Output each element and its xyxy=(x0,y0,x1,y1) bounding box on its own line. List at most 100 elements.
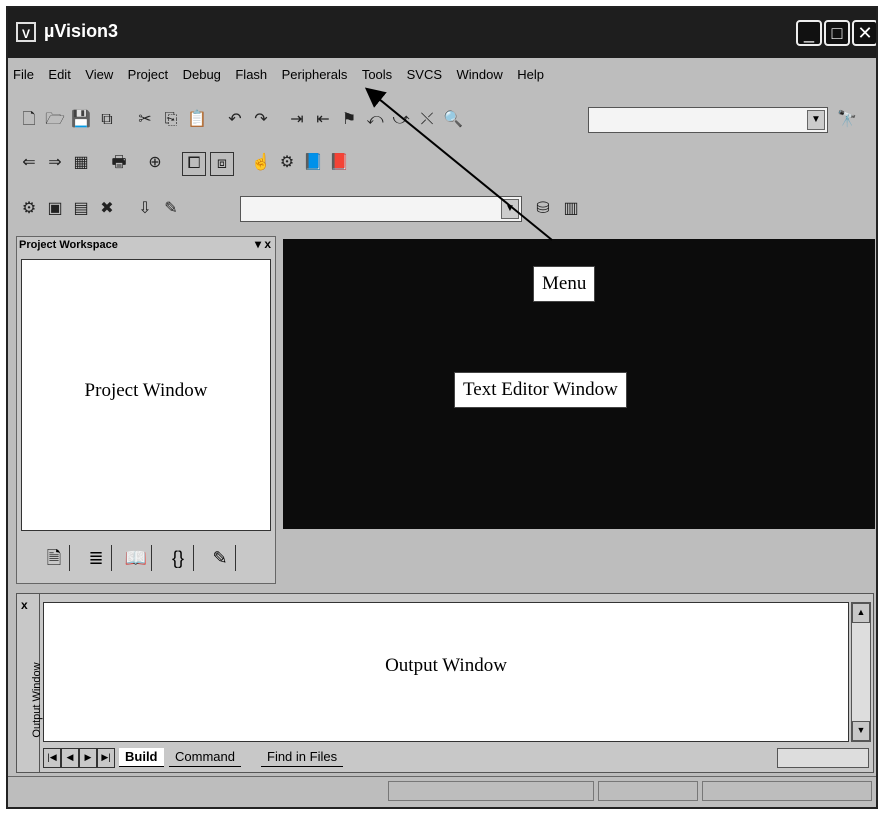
window-title: µVision3 xyxy=(44,21,119,41)
output-horizontal-scrollbar[interactable] xyxy=(777,748,869,768)
rebuild-icon[interactable]: ▤ xyxy=(70,198,92,220)
status-cell xyxy=(388,781,594,801)
file-toolbar: 🗋 🗁 💾 ⧉ ✂ ⎘ 📋 ↶ ↷ ⇥ ⇤ ⚑ ⤺ ⤻ ⤬ 🔍 ▼ 🔭 xyxy=(14,103,870,137)
menu-view[interactable]: View xyxy=(80,63,118,86)
book-icon[interactable]: 📘 xyxy=(302,152,324,174)
translate-icon[interactable]: ⚙ xyxy=(18,198,40,220)
menu-peripherals[interactable]: Peripherals xyxy=(277,63,353,86)
unindent-icon[interactable]: ⇤ xyxy=(312,109,334,131)
menu-file[interactable]: File xyxy=(8,63,39,86)
components-icon[interactable]: ⛁ xyxy=(532,198,554,220)
books-tab-icon[interactable]: 📖 xyxy=(121,545,152,571)
last-tab-icon[interactable]: ▶| xyxy=(97,748,115,768)
undo-icon[interactable]: ↶ xyxy=(224,109,246,131)
back-icon[interactable]: ⇐ xyxy=(18,152,40,174)
output-tab-bar: |◀ ◀ ▶ ▶| Build Command Find in Files xyxy=(43,746,869,768)
save-icon[interactable]: 💾 xyxy=(70,109,92,131)
zoom-icon[interactable]: ⊕ xyxy=(144,152,166,174)
title-bar: V µVision3 _ □ ✕ xyxy=(8,8,876,58)
manual-icon[interactable]: 📕 xyxy=(328,152,350,174)
project-window-annotation: Project Window xyxy=(84,380,208,401)
maximize-button[interactable]: □ xyxy=(824,20,850,46)
uvision-window: V µVision3 _ □ ✕ File Edit View Project … xyxy=(6,6,878,809)
project-workspace-controls[interactable]: ▾ x xyxy=(255,237,271,251)
uvision-app-icon[interactable]: V xyxy=(16,22,36,42)
minimize-icon: _ xyxy=(803,23,814,43)
next-bookmark-icon[interactable]: ⤻ xyxy=(390,109,412,131)
forward-icon[interactable]: ⇒ xyxy=(44,152,66,174)
menu-bar: File Edit View Project Debug Flash Perip… xyxy=(8,63,876,89)
prev-bookmark-icon[interactable]: ⤺ xyxy=(364,109,386,131)
menu-debug[interactable]: Debug xyxy=(178,63,226,86)
cut-icon[interactable]: ✂ xyxy=(134,109,156,131)
build-toolbar: ⚙ ▣ ▤ ✖ ⇩ ✎ ▼ ⛁ ▥ xyxy=(14,192,870,226)
scroll-down-icon[interactable]: ▼ xyxy=(852,721,870,741)
regs-tab-icon[interactable]: ≣ xyxy=(81,545,112,571)
navigation-toolbar: ⇐ ⇒ ▦ 🖶 ⊕ ⧠ ⧈ ☝ ⚙ 📘 📕 xyxy=(14,146,870,180)
new-file-icon[interactable]: 🗋 xyxy=(18,109,40,131)
status-cell xyxy=(598,781,698,801)
minimize-button[interactable]: _ xyxy=(796,20,822,46)
output-toggle-icon[interactable]: ⧈ xyxy=(210,152,234,176)
stop-build-icon[interactable]: ✖ xyxy=(96,198,118,220)
scroll-up-icon[interactable]: ▲ xyxy=(852,603,870,623)
templates-tab-icon[interactable]: ✎ xyxy=(205,545,236,571)
menu-project[interactable]: Project xyxy=(123,63,173,86)
hand-icon[interactable]: ☝ xyxy=(250,152,272,174)
output-vertical-scrollbar[interactable]: ▲ ▼ xyxy=(851,602,871,742)
print-icon[interactable]: 🖶 xyxy=(108,152,130,174)
files-tab-icon[interactable]: 🗎 xyxy=(39,545,70,571)
tab-find-in-files[interactable]: Find in Files xyxy=(261,748,344,767)
redo-icon[interactable]: ↷ xyxy=(250,109,272,131)
clear-bookmarks-icon[interactable]: ⤬ xyxy=(416,109,438,131)
maximize-icon: □ xyxy=(831,23,843,43)
save-all-icon[interactable]: ⧉ xyxy=(96,109,118,131)
indent-icon[interactable]: ⇥ xyxy=(286,109,308,131)
menu-window[interactable]: Window xyxy=(452,63,508,86)
project-workspace-tabs: 🗎 ≣ 📖 {} ✎ xyxy=(21,537,271,577)
project-workspace: Project Workspace ▾ x Project Window 🗎 ≣… xyxy=(16,236,276,584)
target-options-icon[interactable]: ✎ xyxy=(160,198,182,220)
output-window-sidebar: x Output Window xyxy=(17,594,43,772)
menu-tools[interactable]: Tools xyxy=(357,63,397,86)
output-window-side-label: Output Window xyxy=(31,662,43,738)
target-select[interactable]: ▼ xyxy=(240,196,522,222)
output-window-body[interactable]: Output Window xyxy=(43,602,849,742)
workspace-toggle-icon[interactable]: ⧠ xyxy=(182,152,206,176)
chevron-down-icon[interactable]: ▼ xyxy=(807,110,825,130)
copy-icon[interactable]: ⎘ xyxy=(160,109,182,131)
find-in-files-icon[interactable]: 🔍 xyxy=(442,109,464,131)
find-icon[interactable]: 🔭 xyxy=(836,109,858,131)
close-button[interactable]: ✕ xyxy=(852,20,876,46)
next-tab-icon[interactable]: ▶ xyxy=(79,748,97,768)
output-window-annotation: Output Window xyxy=(385,655,507,676)
output-window: x Output Window Output Window ▲ ▼ |◀ ◀ ▶… xyxy=(16,593,874,773)
output-close-button[interactable]: x xyxy=(21,598,28,612)
menu-svcs[interactable]: SVCS xyxy=(402,63,447,86)
download-icon[interactable]: ⇩ xyxy=(134,198,156,220)
status-bar xyxy=(8,776,876,807)
menu-callout: Menu xyxy=(533,266,596,302)
text-editor-annotation: Text Editor Window xyxy=(454,372,627,408)
tab-build[interactable]: Build xyxy=(119,748,164,767)
chevron-down-icon[interactable]: ▼ xyxy=(501,199,519,219)
first-tab-icon[interactable]: |◀ xyxy=(43,748,61,768)
functions-tab-icon[interactable]: {} xyxy=(163,545,194,571)
source-browse-icon[interactable]: ⚙ xyxy=(276,152,298,174)
menu-flash[interactable]: Flash xyxy=(230,63,272,86)
bookmark-icon[interactable]: ⚑ xyxy=(338,109,360,131)
tab-command[interactable]: Command xyxy=(169,748,241,767)
status-cell xyxy=(702,781,872,801)
close-icon: ✕ xyxy=(857,23,873,43)
menu-edit[interactable]: Edit xyxy=(43,63,75,86)
paste-icon[interactable]: 📋 xyxy=(186,109,208,131)
project-workspace-title: Project Workspace xyxy=(19,239,118,251)
prev-tab-icon[interactable]: ◀ xyxy=(61,748,79,768)
options-icon[interactable]: ▥ xyxy=(560,198,582,220)
find-combo[interactable]: ▼ xyxy=(588,107,828,133)
open-file-icon[interactable]: 🗁 xyxy=(44,109,66,131)
project-window[interactable]: Project Window xyxy=(21,259,271,531)
menu-help[interactable]: Help xyxy=(512,63,549,86)
build-icon[interactable]: ▣ xyxy=(44,198,66,220)
browse-icon[interactable]: ▦ xyxy=(70,152,92,174)
